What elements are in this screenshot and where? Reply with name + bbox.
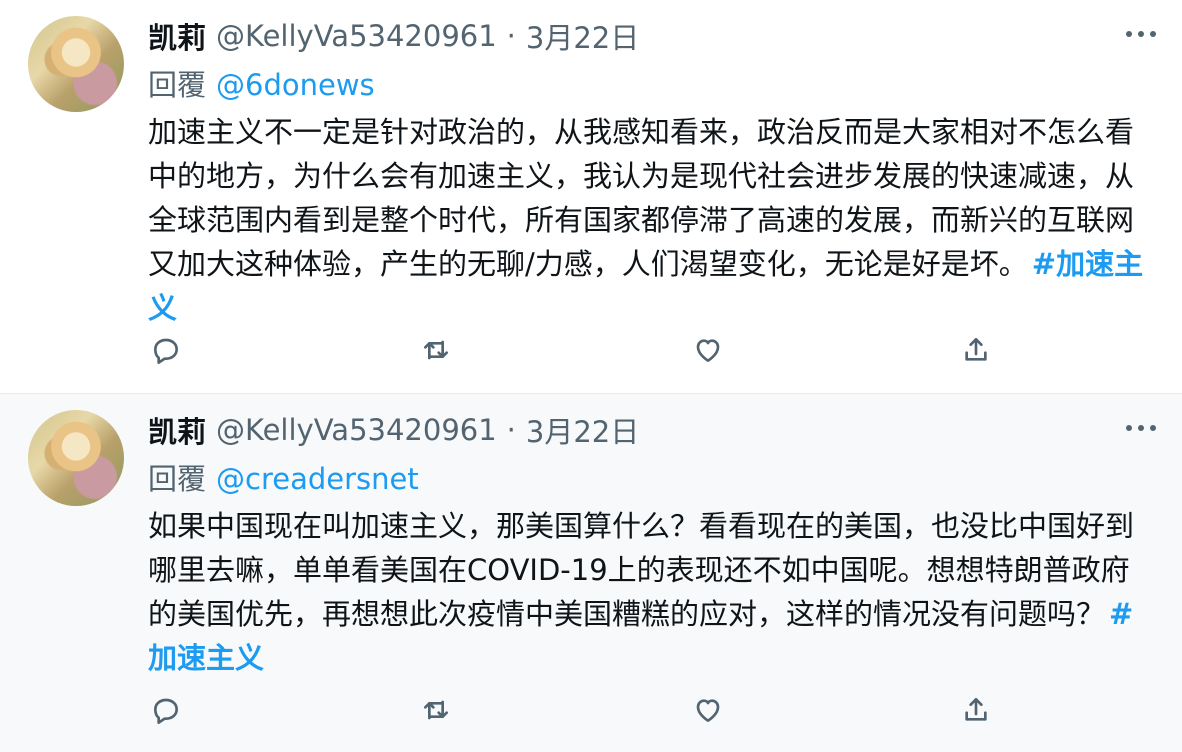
reply-button[interactable] [148,332,184,368]
reply-context: 回覆 @6donews [148,62,375,104]
tweet-text: 如果中国现在叫加速主义，那美国算什么？看看现在的美国，也没比中国好到哪里去嘛，单… [148,504,1148,680]
tweet-header: 凯莉 @KellyVa53420961 · 3月22日 [148,15,639,57]
reply-button[interactable] [148,692,184,728]
retweet-icon [424,700,448,720]
tweet-actions [0,332,1182,368]
separator-dot: · [506,19,516,53]
tweet-header: 凯莉 @KellyVa53420961 · 3月22日 [148,409,639,451]
avatar[interactable] [28,16,124,112]
tweet-body: 加速主义不一定是针对政治的，从我感知看来，政治反而是大家相对不怎么看中的地方，为… [148,115,1135,281]
tweet-text: 加速主义不一定是针对政治的，从我感知看来，政治反而是大家相对不怎么看中的地方，为… [148,110,1148,330]
tweet-date[interactable]: 3月22日 [526,409,639,451]
more-icon[interactable] [1126,22,1156,46]
like-icon [696,699,720,722]
reply-prefix: 回覆 [148,68,207,102]
avatar[interactable] [28,410,124,506]
tweet-body: 如果中国现在叫加速主义，那美国算什么？看看现在的美国，也没比中国好到哪里去嘛，单… [148,509,1135,631]
reply-mention[interactable]: @creadersnet [216,462,419,496]
share-icon [965,698,987,721]
reply-context: 回覆 @creadersnet [148,456,419,498]
tweet-actions [0,692,1182,728]
author-handle[interactable]: @KellyVa53420961 [216,413,497,447]
share-button[interactable] [958,332,994,368]
more-icon[interactable] [1126,416,1156,440]
like-icon [696,339,720,362]
share-icon [965,338,987,361]
tweet[interactable]: 凯莉 @KellyVa53420961 · 3月22日 回覆 @creadersn… [0,394,1182,752]
reply-mention[interactable]: @6donews [216,68,375,102]
retweet-button[interactable] [418,332,454,368]
reply-prefix: 回覆 [148,462,207,496]
author-handle[interactable]: @KellyVa53420961 [216,19,497,53]
like-button[interactable] [690,692,726,728]
retweet-button[interactable] [418,692,454,728]
author-name[interactable]: 凯莉 [148,15,206,57]
reply-icon [154,698,178,724]
tweet-date[interactable]: 3月22日 [526,15,639,57]
reply-icon [154,338,178,364]
tweet[interactable]: 凯莉 @KellyVa53420961 · 3月22日 回覆 @6donews 加… [0,0,1182,394]
retweet-icon [424,340,448,360]
author-name[interactable]: 凯莉 [148,409,206,451]
like-button[interactable] [690,332,726,368]
separator-dot: · [506,413,516,447]
share-button[interactable] [958,692,994,728]
